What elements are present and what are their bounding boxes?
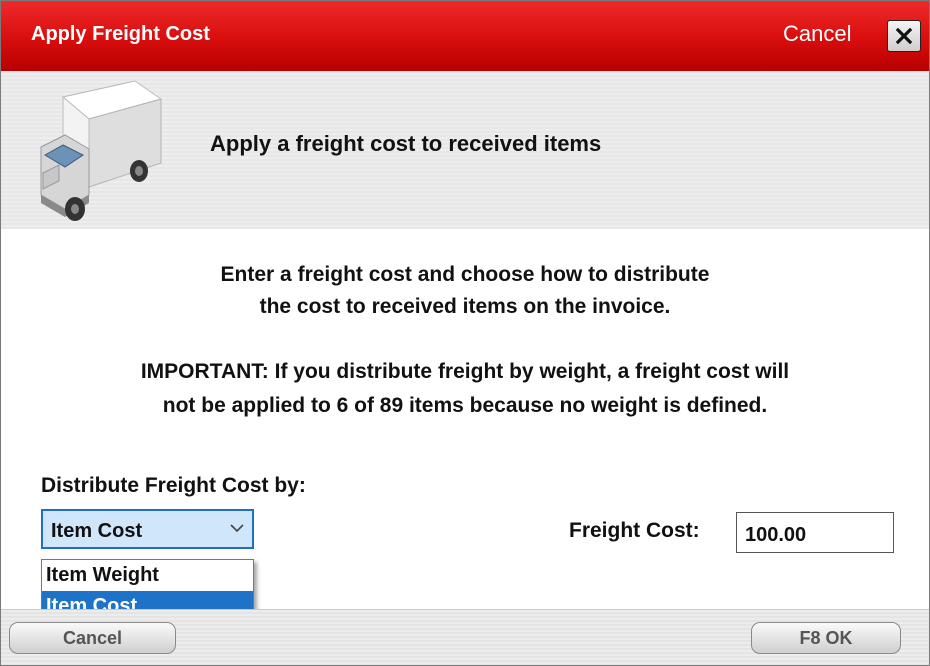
distribute-select[interactable]: Item Cost [41,509,254,549]
chevron-down-icon [230,524,244,533]
title-cancel-link[interactable]: Cancel [783,21,851,47]
important-line-1: IMPORTANT: If you distribute freight by … [140,360,790,383]
apply-freight-cost-dialog: Apply Freight Cost Cancel Apply a freigh… [0,0,930,666]
truck-icon [40,80,163,221]
close-icon [896,28,912,44]
instructions-text: Enter a freight cost and choose how to d… [1,259,929,323]
important-notice: IMPORTANT: If you distribute freight by … [1,355,929,423]
footer-bar: Cancel F8 OK [1,609,929,665]
close-button[interactable] [887,20,921,52]
ok-button[interactable]: F8 OK [751,622,901,654]
header-heading: Apply a freight cost to received items [210,131,602,156]
dialog-title: Apply Freight Cost [31,23,210,45]
important-line-2: not be applied to 6 of 89 items because … [162,394,768,417]
header-band: Apply a freight cost to received items [1,71,929,229]
distribute-select-value: Item Cost [51,520,143,542]
dialog-body: Enter a freight cost and choose how to d… [1,229,929,623]
option-item-weight[interactable]: Item Weight [42,560,253,590]
title-bar: Apply Freight Cost Cancel [1,1,929,71]
freight-cost-input[interactable] [736,512,894,553]
instructions-line-2: the cost to received items on the invoic… [259,295,671,318]
freight-cost-label: Freight Cost: [569,519,700,542]
distribute-label: Distribute Freight Cost by: [41,474,306,497]
cancel-button[interactable]: Cancel [9,622,176,654]
instructions-line-1: Enter a freight cost and choose how to d… [220,263,710,286]
